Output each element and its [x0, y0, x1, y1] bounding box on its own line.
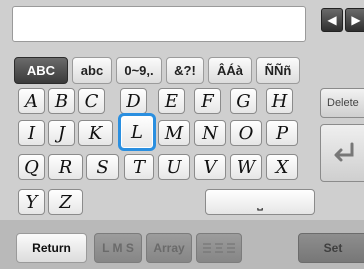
space-button[interactable]: ⎵: [205, 189, 315, 215]
tab-accented-n[interactable]: ÑÑñ: [256, 57, 300, 84]
key-c[interactable]: C: [78, 88, 105, 114]
align-button[interactable]: [196, 233, 242, 263]
tab-lowercase[interactable]: abc: [72, 57, 112, 84]
key-f[interactable]: F: [194, 88, 221, 114]
key-b[interactable]: B: [48, 88, 75, 114]
key-s[interactable]: S: [86, 154, 119, 180]
key-y[interactable]: Y: [18, 189, 45, 215]
key-z[interactable]: Z: [48, 189, 83, 215]
array-button[interactable]: Array: [146, 233, 192, 263]
key-e[interactable]: E: [158, 88, 185, 114]
key-t[interactable]: T: [124, 154, 154, 180]
key-m[interactable]: M: [158, 120, 190, 146]
key-n[interactable]: N: [194, 120, 226, 146]
key-u[interactable]: U: [158, 154, 190, 180]
key-q[interactable]: Q: [18, 154, 45, 180]
tab-accented-a[interactable]: ÂÁà: [208, 57, 252, 84]
tab-uppercase[interactable]: ABC: [14, 57, 68, 84]
key-r[interactable]: R: [48, 154, 83, 180]
key-j[interactable]: J: [48, 120, 75, 146]
arrow-left-icon[interactable]: ◀: [321, 8, 343, 32]
text-input-display[interactable]: [12, 6, 306, 42]
key-p[interactable]: P: [266, 120, 298, 146]
lms-size-button[interactable]: L M S: [94, 233, 142, 263]
key-l-selected[interactable]: L: [118, 113, 156, 151]
key-d[interactable]: D: [120, 88, 147, 114]
key-h[interactable]: H: [266, 88, 293, 114]
key-a[interactable]: A: [18, 88, 45, 114]
key-w[interactable]: W: [230, 154, 262, 180]
key-k[interactable]: K: [78, 120, 113, 146]
return-button[interactable]: Return: [16, 233, 87, 263]
enter-button[interactable]: [320, 124, 364, 182]
arrow-right-icon[interactable]: ▶: [345, 8, 364, 32]
key-o[interactable]: O: [230, 120, 262, 146]
key-g[interactable]: G: [230, 88, 257, 114]
tab-symbols[interactable]: &?!: [166, 57, 204, 84]
align-icon: [203, 243, 235, 253]
enter-arrow-icon: [334, 142, 354, 162]
space-icon: ⎵: [257, 193, 263, 210]
key-x[interactable]: X: [266, 154, 298, 180]
key-i[interactable]: I: [18, 120, 45, 146]
key-v[interactable]: V: [194, 154, 226, 180]
character-set-tabs: ABC abc 0~9,. &?! ÂÁà ÑÑñ: [14, 57, 300, 84]
bottom-toolbar: Return L M S Array Set: [0, 220, 364, 269]
tab-numbers[interactable]: 0~9,.: [116, 57, 162, 84]
delete-button[interactable]: Delete: [320, 88, 364, 118]
set-button[interactable]: Set: [298, 233, 364, 263]
